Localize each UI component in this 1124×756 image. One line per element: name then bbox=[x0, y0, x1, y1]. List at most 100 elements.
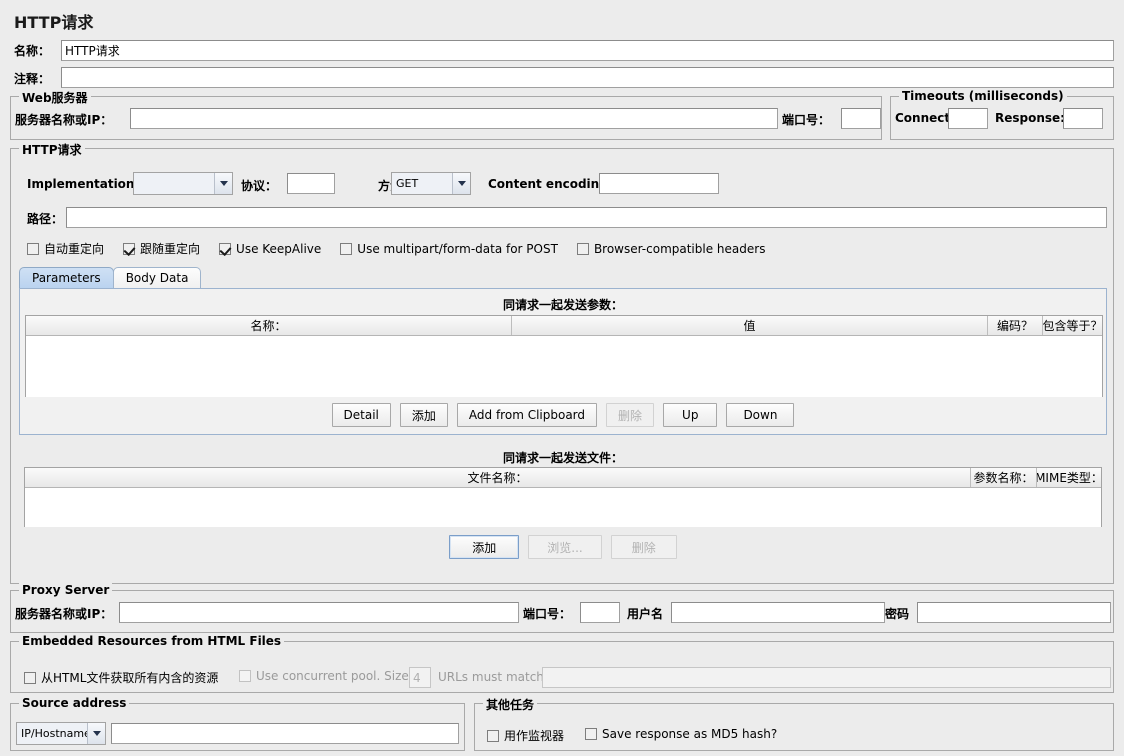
checkbox-auto-redirect[interactable]: 自动重定向 bbox=[27, 240, 104, 257]
column-header-filename[interactable]: 文件名称： bbox=[25, 468, 971, 487]
checkbox-follow-redirect[interactable]: 跟随重定向 bbox=[123, 240, 200, 257]
implementation-value bbox=[134, 173, 214, 194]
checkbox-box bbox=[123, 242, 136, 255]
comment-input[interactable] bbox=[61, 67, 1114, 88]
files-table[interactable]: 文件名称： 参数名称： MIME类型： bbox=[24, 467, 1102, 527]
path-label: 路径： bbox=[27, 212, 64, 226]
proxy-password-input[interactable] bbox=[917, 602, 1111, 623]
proxy-server-group: Proxy Server 服务器名称或IP： 端口号： 用户名 密码 bbox=[10, 583, 1114, 633]
checkbox-box bbox=[340, 242, 353, 255]
source-address-input[interactable] bbox=[111, 723, 459, 744]
timeouts-group: Timeouts (milliseconds) Connect: Respons… bbox=[890, 89, 1114, 140]
checkbox-box bbox=[239, 670, 251, 682]
http-request-group: HTTP请求 Implementation: 协议： 方法： GET Conte… bbox=[10, 141, 1114, 584]
checkbox-label: Use concurrent pool. Size: bbox=[256, 669, 413, 683]
checkbox-box bbox=[219, 242, 232, 255]
content-encoding-label: Content encoding: bbox=[488, 177, 613, 191]
column-header-encode[interactable]: 编码？ bbox=[988, 316, 1043, 335]
proxy-server-legend: Proxy Server bbox=[19, 583, 113, 597]
tab-label: Body Data bbox=[125, 271, 189, 285]
delete-file-button: 删除 bbox=[610, 535, 677, 559]
web-server-port-input[interactable] bbox=[841, 108, 881, 129]
other-tasks-group: 其他任务 用作监视器 Save response as MD5 hash? bbox=[474, 696, 1114, 751]
files-panel: 同请求一起发送文件： 文件名称： 参数名称： MIME类型： 添加 浏览... … bbox=[19, 445, 1107, 577]
browse-file-button: 浏览... bbox=[528, 535, 602, 559]
checkbox-label: 跟随重定向 bbox=[140, 242, 201, 256]
column-header-value[interactable]: 值 bbox=[512, 316, 988, 335]
tab-label: Parameters bbox=[32, 271, 101, 285]
checkbox-use-keepalive[interactable]: Use KeepAlive bbox=[219, 242, 321, 256]
parameters-tabs: Parameters Body Data bbox=[19, 267, 202, 288]
checkbox-label: 自动重定向 bbox=[44, 242, 105, 256]
add-file-button[interactable]: 添加 bbox=[449, 535, 520, 559]
concurrent-pool-size-input bbox=[409, 667, 431, 688]
comment-label: 注释： bbox=[14, 72, 51, 86]
table-body bbox=[26, 336, 1102, 397]
checkbox-use-multipart[interactable]: Use multipart/form-data for POST bbox=[340, 242, 558, 256]
comment-label-wrap: 注释： bbox=[14, 70, 50, 87]
method-select[interactable]: GET bbox=[391, 172, 471, 195]
proxy-username-input[interactable] bbox=[671, 602, 885, 623]
files-buttons: 添加 浏览... 删除 bbox=[19, 535, 1107, 559]
checkbox-box bbox=[487, 729, 499, 742]
checkbox-save-response-md5[interactable]: Save response as MD5 hash? bbox=[585, 727, 777, 741]
move-down-button[interactable]: Down bbox=[726, 403, 795, 427]
parameters-panel: 同请求一起发送参数： 名称： 值 编码？ 包含等于？ Detail 添加 Add… bbox=[19, 288, 1107, 435]
source-address-type-select[interactable]: IP/Hostname bbox=[16, 722, 106, 745]
path-input[interactable] bbox=[66, 207, 1107, 228]
http-request-legend: HTTP请求 bbox=[19, 141, 85, 158]
table-header-row: 名称： 值 编码？ 包含等于？ bbox=[26, 316, 1102, 336]
timeouts-legend: Timeouts (milliseconds) bbox=[899, 89, 1067, 103]
source-address-legend: Source address bbox=[19, 696, 130, 710]
web-server-host-input[interactable] bbox=[130, 108, 778, 129]
web-server-host-label: 服务器名称或IP： bbox=[15, 113, 113, 127]
add-parameter-button[interactable]: 添加 bbox=[399, 403, 448, 427]
proxy-host-label: 服务器名称或IP： bbox=[15, 607, 113, 621]
column-header-parameter-name[interactable]: 参数名称： bbox=[971, 468, 1037, 487]
checkbox-label: 用作监视器 bbox=[504, 729, 565, 743]
timeouts-response-input[interactable] bbox=[1063, 108, 1103, 129]
protocol-input[interactable] bbox=[287, 173, 335, 194]
parameters-caption: 同请求一起发送参数： bbox=[502, 298, 623, 312]
timeouts-connect-input[interactable] bbox=[948, 108, 988, 129]
parameters-table[interactable]: 名称： 值 编码？ 包含等于？ bbox=[25, 315, 1103, 397]
tab-body-data[interactable]: Body Data bbox=[112, 267, 202, 288]
name-input[interactable] bbox=[61, 40, 1114, 61]
checkbox-label: Save response as MD5 hash? bbox=[602, 727, 778, 741]
checkbox-browser-compatible-headers[interactable]: Browser-compatible headers bbox=[576, 242, 765, 256]
http-options-row: 自动重定向 跟随重定向 Use KeepAlive Use multipart/… bbox=[27, 240, 765, 257]
column-header-include-equals[interactable]: 包含等于？ bbox=[1043, 316, 1102, 335]
checkbox-label: Use KeepAlive bbox=[236, 241, 322, 256]
method-value: GET bbox=[392, 173, 452, 194]
detail-button[interactable]: Detail bbox=[331, 403, 391, 427]
timeouts-response-label: Response: bbox=[995, 111, 1065, 125]
urls-must-match-input bbox=[542, 667, 1111, 688]
implementation-select[interactable] bbox=[133, 172, 233, 195]
web-server-group: Web服务器 服务器名称或IP： 端口号： bbox=[10, 89, 882, 140]
tab-parameters[interactable]: Parameters bbox=[19, 267, 114, 288]
web-server-legend: Web服务器 bbox=[19, 89, 91, 106]
http-request-panel: HTTP请求 名称： 注释： Web服务器 服务器名称或IP： 端口号： Tim… bbox=[0, 0, 1124, 756]
chevron-down-icon bbox=[452, 173, 470, 194]
checkbox-box bbox=[585, 728, 597, 740]
proxy-port-input[interactable] bbox=[580, 602, 620, 623]
column-header-name[interactable]: 名称： bbox=[26, 316, 512, 335]
column-header-mime-type[interactable]: MIME类型： bbox=[1037, 468, 1101, 487]
implementation-label: Implementation: bbox=[27, 177, 140, 191]
embedded-resources-group: Embedded Resources from HTML Files 从HTML… bbox=[10, 634, 1114, 693]
proxy-host-input[interactable] bbox=[119, 602, 519, 623]
proxy-username-label: 用户名 bbox=[627, 607, 664, 621]
source-address-group: Source address IP/Hostname bbox=[10, 696, 465, 751]
checkbox-retrieve-embedded-resources[interactable]: 从HTML文件获取所有内含的资源 bbox=[24, 669, 218, 686]
source-address-type-value: IP/Hostname bbox=[17, 723, 87, 744]
checkbox-label: Use multipart/form-data for POST bbox=[357, 241, 558, 256]
checkbox-use-concurrent-pool: Use concurrent pool. Size: bbox=[239, 669, 413, 683]
embedded-resources-legend: Embedded Resources from HTML Files bbox=[19, 634, 285, 648]
add-from-clipboard-button[interactable]: Add from Clipboard bbox=[456, 403, 598, 427]
parameters-buttons: Detail 添加 Add from Clipboard 删除 Up Down bbox=[20, 403, 1106, 427]
table-body bbox=[25, 488, 1101, 527]
content-encoding-input[interactable] bbox=[599, 173, 719, 194]
checkbox-use-as-monitor[interactable]: 用作监视器 bbox=[487, 727, 564, 744]
other-tasks-legend: 其他任务 bbox=[483, 696, 538, 713]
move-up-button[interactable]: Up bbox=[663, 403, 718, 427]
